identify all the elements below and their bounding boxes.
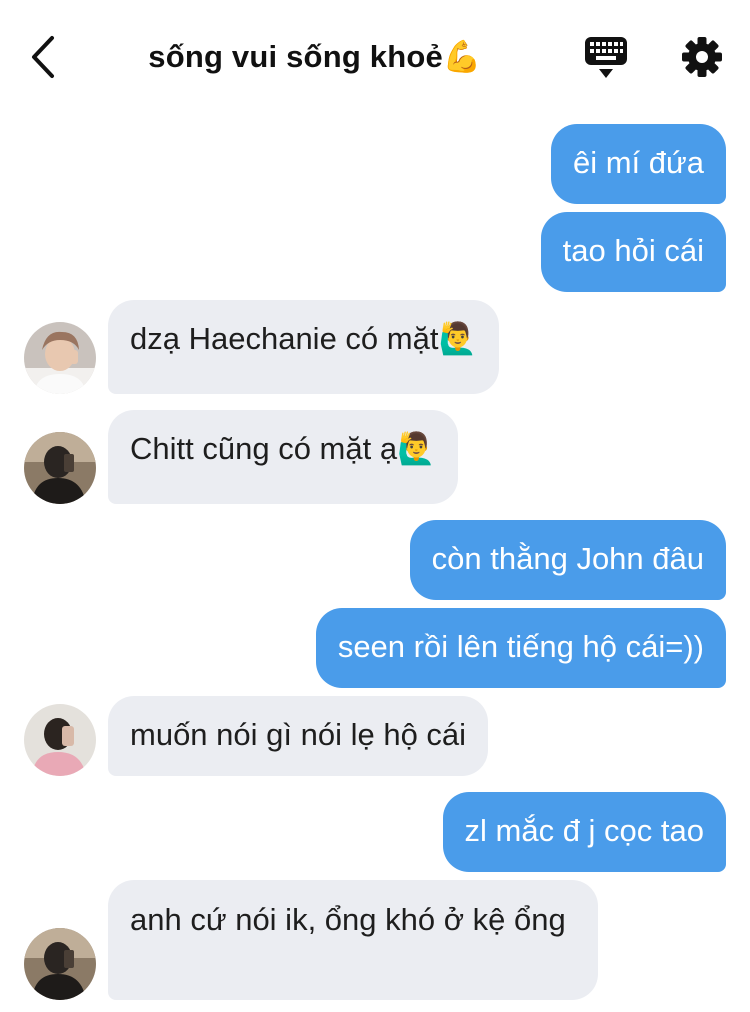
gear-icon — [682, 37, 722, 77]
message-bubble-outgoing[interactable]: tao hỏi cái — [540, 212, 726, 292]
keyboard-button[interactable] — [584, 36, 628, 80]
message-bubble-incoming[interactable]: dzạ Haechanie có mặt🙋‍♂️ — [108, 300, 500, 394]
message-bubble-incoming[interactable]: anh cứ nói ik, ổng khó ở kệ ổng — [108, 880, 598, 1000]
settings-button[interactable] — [681, 36, 723, 78]
message-bubble-outgoing[interactable]: zl mắc đ j cọc tao — [442, 792, 726, 872]
message-bubble-outgoing[interactable]: seen rồi lên tiếng hộ cái=)) — [315, 608, 726, 688]
avatar[interactable] — [24, 322, 96, 394]
chat-title: sống vui sống khoẻ💪 — [148, 39, 482, 74]
message-bubble-incoming[interactable]: Chitt cũng có mặt ạ🙋‍♂️ — [108, 410, 458, 504]
avatar[interactable] — [24, 704, 96, 776]
message-bubble-incoming[interactable]: muốn nói gì nói lẹ hộ cái — [108, 696, 489, 776]
avatar[interactable] — [24, 928, 96, 1000]
message-bubble-outgoing[interactable]: êi mí đứa — [550, 124, 726, 204]
keyboard-icon — [585, 37, 627, 78]
avatar[interactable] — [24, 432, 96, 504]
chat-header: sống vui sống khoẻ💪 — [0, 0, 750, 110]
message-bubble-outgoing[interactable]: còn thằng John đâu — [409, 520, 726, 600]
